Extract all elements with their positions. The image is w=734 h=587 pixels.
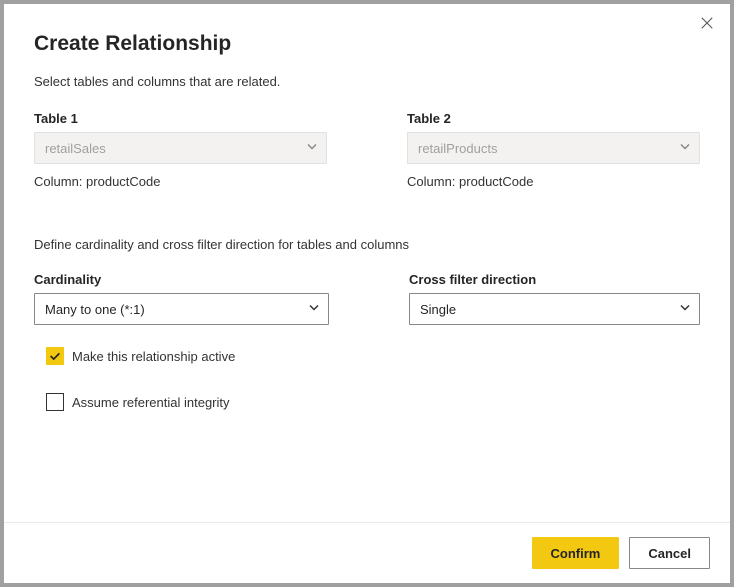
dialog-content: Create Relationship Select tables and co… bbox=[4, 4, 730, 522]
table1-value: retailSales bbox=[45, 141, 106, 156]
table1-label: Table 1 bbox=[34, 111, 327, 126]
check-icon bbox=[48, 349, 62, 363]
close-icon bbox=[700, 16, 714, 30]
cross-filter-group: Cross filter direction Single bbox=[409, 272, 700, 325]
confirm-button[interactable]: Confirm bbox=[532, 537, 620, 569]
cross-filter-value: Single bbox=[420, 302, 456, 317]
table2-column: Column: productCode bbox=[407, 174, 700, 189]
cardinality-value: Many to one (*:1) bbox=[45, 302, 145, 317]
dialog-subtitle: Select tables and columns that are relat… bbox=[34, 74, 700, 89]
tables-row: Table 1 retailSales Column: productCode … bbox=[34, 111, 700, 189]
active-checkbox-row: Make this relationship active bbox=[46, 347, 700, 365]
options-row: Cardinality Many to one (*:1) Cross filt… bbox=[34, 272, 700, 325]
table1-column: Column: productCode bbox=[34, 174, 327, 189]
integrity-checkbox-row: Assume referential integrity bbox=[46, 393, 700, 411]
cross-filter-label: Cross filter direction bbox=[409, 272, 700, 287]
cardinality-group: Cardinality Many to one (*:1) bbox=[34, 272, 329, 325]
cardinality-label: Cardinality bbox=[34, 272, 329, 287]
table2-select[interactable]: retailProducts bbox=[407, 132, 700, 164]
active-checkbox-label: Make this relationship active bbox=[72, 349, 235, 364]
cancel-button[interactable]: Cancel bbox=[629, 537, 710, 569]
active-checkbox[interactable] bbox=[46, 347, 64, 365]
close-button[interactable] bbox=[700, 16, 716, 32]
integrity-checkbox[interactable] bbox=[46, 393, 64, 411]
table2-label: Table 2 bbox=[407, 111, 700, 126]
table1-group: Table 1 retailSales Column: productCode bbox=[34, 111, 327, 189]
chevron-down-icon bbox=[308, 302, 320, 317]
section-description: Define cardinality and cross filter dire… bbox=[34, 237, 700, 252]
chevron-down-icon bbox=[679, 141, 691, 156]
integrity-checkbox-label: Assume referential integrity bbox=[72, 395, 230, 410]
chevron-down-icon bbox=[679, 302, 691, 317]
cardinality-select[interactable]: Many to one (*:1) bbox=[34, 293, 329, 325]
dialog-title: Create Relationship bbox=[34, 32, 700, 56]
table1-select[interactable]: retailSales bbox=[34, 132, 327, 164]
create-relationship-dialog: Create Relationship Select tables and co… bbox=[4, 4, 730, 583]
dialog-footer: Confirm Cancel bbox=[4, 522, 730, 583]
table2-value: retailProducts bbox=[418, 141, 497, 156]
table2-group: Table 2 retailProducts Column: productCo… bbox=[407, 111, 700, 189]
chevron-down-icon bbox=[306, 141, 318, 156]
cross-filter-select[interactable]: Single bbox=[409, 293, 700, 325]
